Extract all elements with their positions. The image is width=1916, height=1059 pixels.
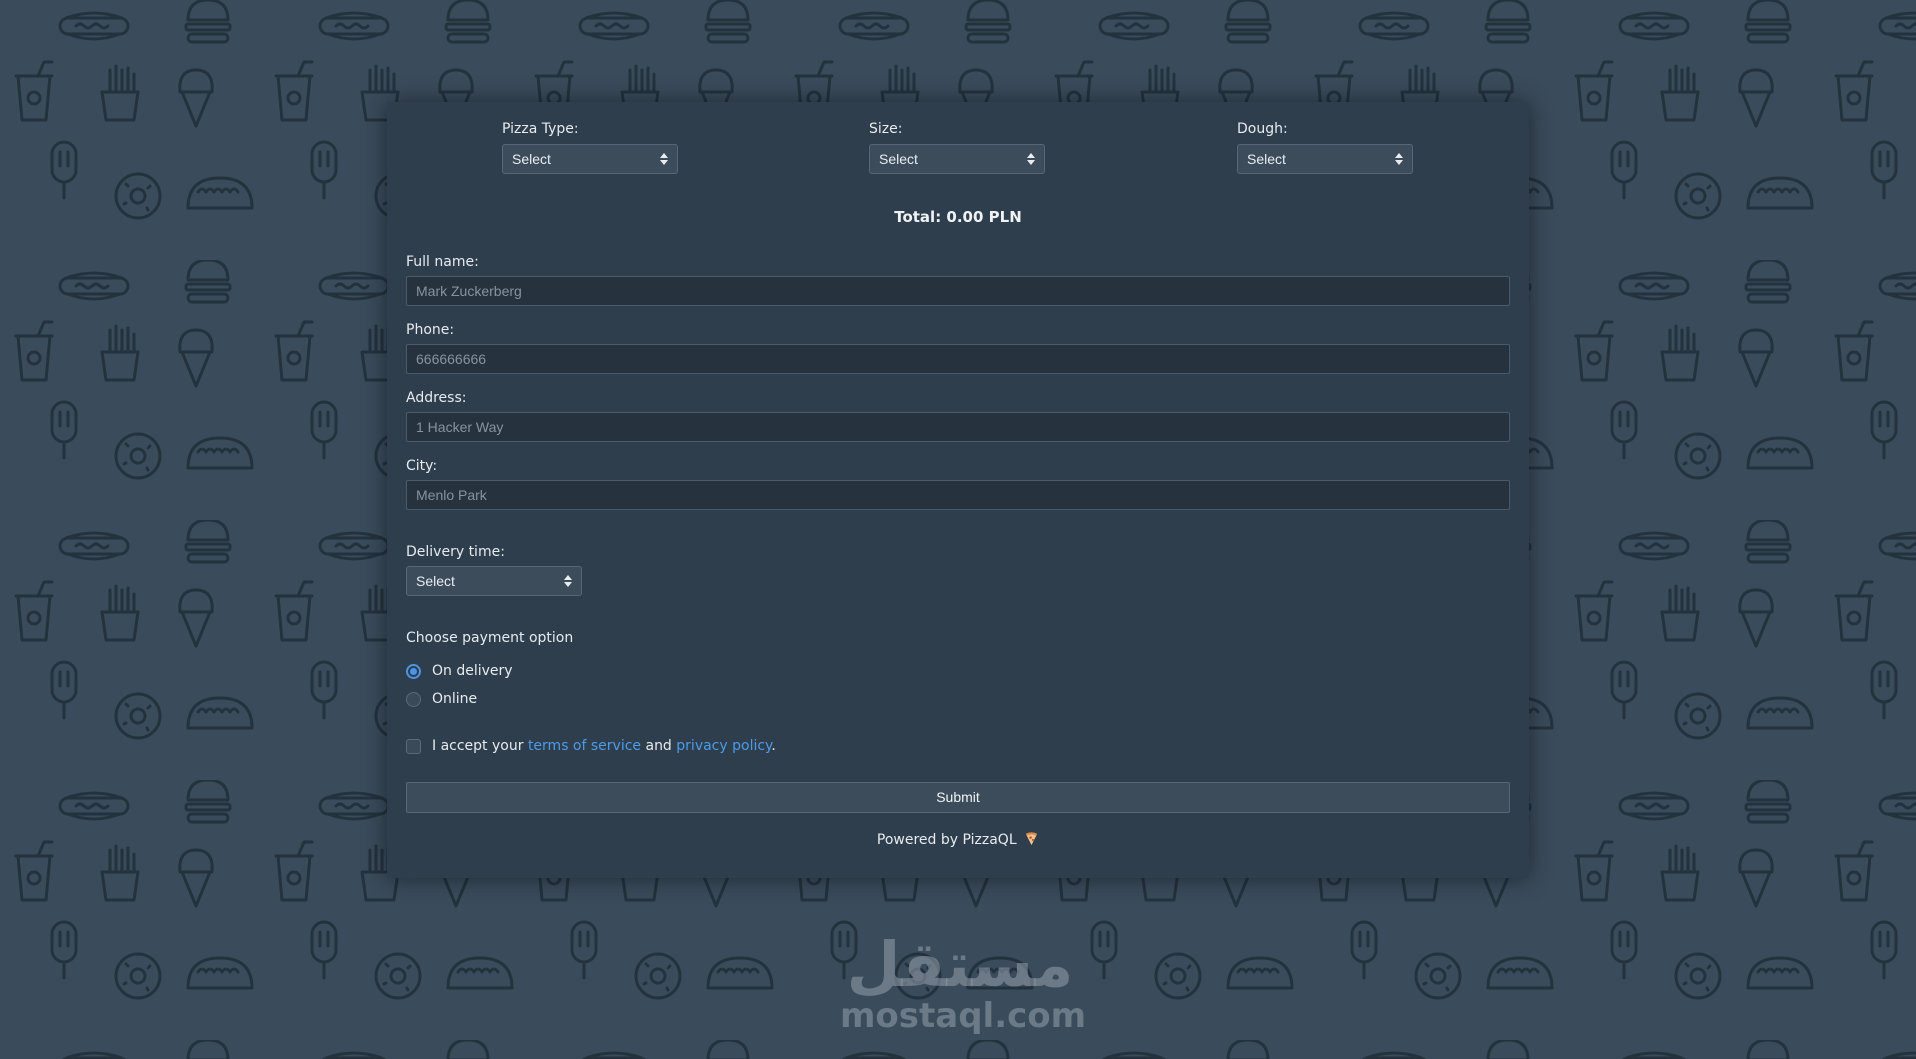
order-form-card: Pizza Type: Select Size: Select Dough: S… xyxy=(387,102,1529,878)
payment-option-title: Choose payment option xyxy=(406,630,574,646)
pizza-slice-icon xyxy=(1025,832,1038,846)
dough-select[interactable]: Select xyxy=(1237,144,1413,174)
address-input[interactable] xyxy=(406,412,1510,442)
powered-by-footer: Powered by PizzaQL xyxy=(387,831,1529,848)
pizza-type-label: Pizza Type: xyxy=(502,121,579,137)
size-select[interactable]: Select xyxy=(869,144,1045,174)
pizza-type-select[interactable]: Select xyxy=(502,144,678,174)
select-arrows-icon xyxy=(1027,153,1035,165)
submit-button[interactable]: Submit xyxy=(406,782,1510,813)
dough-label: Dough: xyxy=(1237,121,1288,137)
dough-select-value: Select xyxy=(1247,151,1286,167)
delivery-time-label: Delivery time: xyxy=(406,544,505,560)
select-arrows-icon xyxy=(660,153,668,165)
mostaql-watermark: مستقل mostaql.com xyxy=(840,928,1087,1045)
powered-by-text: Powered by PizzaQL xyxy=(876,832,1017,848)
payment-on-delivery-label[interactable]: On delivery xyxy=(432,663,513,679)
accept-terms-checkbox[interactable] xyxy=(406,739,421,754)
size-select-value: Select xyxy=(879,151,918,167)
accept-terms-text: I accept your terms of service and priva… xyxy=(432,738,776,754)
order-total: Total: 0.00 PLN xyxy=(894,208,1022,226)
city-label: City: xyxy=(406,458,438,474)
terms-of-service-link[interactable]: terms of service xyxy=(528,738,641,754)
payment-online-radio[interactable] xyxy=(406,692,421,707)
pizza-type-select-value: Select xyxy=(512,151,551,167)
city-input[interactable] xyxy=(406,480,1510,510)
payment-on-delivery-radio[interactable] xyxy=(406,664,421,679)
terms-middle: and xyxy=(645,738,672,754)
select-arrows-icon xyxy=(564,575,572,587)
phone-label: Phone: xyxy=(406,322,455,338)
fullname-input[interactable] xyxy=(406,276,1510,306)
fullname-label: Full name: xyxy=(406,254,479,270)
watermark-latin: mostaql.com xyxy=(840,996,1087,1036)
delivery-time-select[interactable]: Select xyxy=(406,566,582,596)
address-label: Address: xyxy=(406,390,467,406)
phone-input[interactable] xyxy=(406,344,1510,374)
delivery-time-select-value: Select xyxy=(416,573,455,589)
terms-suffix: . xyxy=(771,738,776,754)
payment-online-label[interactable]: Online xyxy=(432,691,477,707)
watermark-arabic: مستقل xyxy=(846,928,1074,1001)
terms-prefix: I accept your xyxy=(432,738,524,754)
size-label: Size: xyxy=(869,121,903,137)
select-arrows-icon xyxy=(1395,153,1403,165)
privacy-policy-link[interactable]: privacy policy xyxy=(676,738,771,754)
